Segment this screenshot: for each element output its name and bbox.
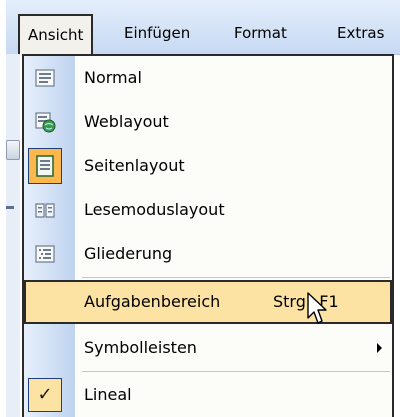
menu-separator [82,277,390,278]
menu-item-label: Aufgabenbereich [84,292,221,311]
menu-extras[interactable]: Extras [337,16,384,50]
menu-item-lineal[interactable]: ✓ Lineal [24,373,392,417]
menu-item-label: Symbolleisten [84,338,197,357]
menu-item-label: Lesemoduslayout [84,200,225,219]
menu-item-weblayout[interactable]: Weblayout [24,100,392,144]
ruler-edge [6,206,14,209]
word-window: Ansicht Einfügen Format Extras Normal We… [6,0,400,417]
menu-format[interactable]: Format [234,16,287,50]
menu-item-label: Weblayout [84,112,169,131]
menu-einfuegen-label: Einfügen [124,24,191,42]
checkmark-icon: ✓ [28,378,62,412]
menu-einfuegen[interactable]: Einfügen [124,16,190,50]
menu-item-aufgabenbereich[interactable]: Aufgabenbereich Strg+F1 [24,280,392,324]
menu-item-seitenlayout[interactable]: Seitenlayout [24,144,392,188]
page-layout-icon [34,155,56,177]
menu-item-gliederung[interactable]: Gliederung [24,232,392,276]
mouse-cursor-icon [307,292,327,324]
submenu-arrow-icon [377,343,382,353]
toolbar-button-edge [6,140,20,160]
menu-item-normal[interactable]: Normal [24,56,392,100]
normal-view-icon [34,67,56,89]
toolbar-edge [6,54,20,417]
menu-ansicht[interactable]: Ansicht [18,14,94,56]
view-menu-dropdown: Normal Weblayout Seitenlayout Lesemodusl… [22,54,394,417]
menu-format-label: Format [234,24,287,42]
menu-extras-label: Extras [337,24,385,42]
menu-separator [82,371,390,372]
menu-item-label: Normal [84,68,142,87]
menu-bar: Ansicht Einfügen Format Extras [6,0,400,56]
menu-item-lesemoduslayout[interactable]: Lesemoduslayout [24,188,392,232]
outline-view-icon [34,243,56,265]
reading-mode-icon [34,199,56,221]
menu-item-label: Lineal [84,385,132,404]
web-layout-icon [34,111,56,133]
menu-item-label: Seitenlayout [84,156,185,175]
menu-item-symbolleisten[interactable]: Symbolleisten [24,326,392,370]
menu-ansicht-label: Ansicht [28,26,84,44]
menu-item-label: Gliederung [84,244,173,263]
